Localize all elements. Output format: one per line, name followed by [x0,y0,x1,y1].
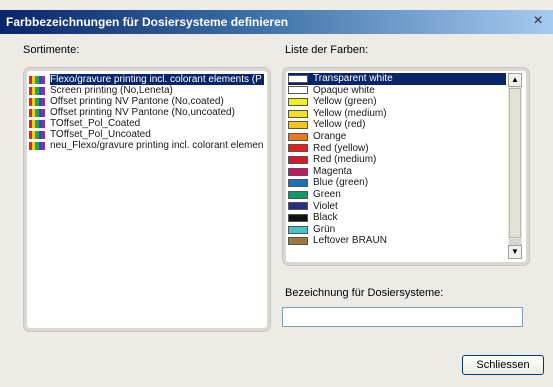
color-item-label: Magenta [313,165,352,177]
color-list-item[interactable]: Opaque white [288,85,506,97]
sortiment-item[interactable]: Offset printing NV Pantone (No,coated) [29,96,265,107]
color-list-item[interactable]: Red (medium) [288,154,506,166]
color-item-label: Yellow (red) [313,119,366,131]
color-swatch [288,74,308,83]
sortimente-label: Sortimente: [23,44,80,56]
color-list-item[interactable]: Red (yellow) [288,143,506,155]
close-icon[interactable]: × [529,13,547,31]
farben-scrollbar[interactable]: ▲ ▼ [508,73,522,259]
color-swatch [288,155,308,164]
sortiment-item[interactable]: Flexo/gravure printing incl. colorant el… [29,74,265,85]
color-item-label: Transparent white [313,73,393,84]
color-palette-icon [29,97,46,106]
color-item-label: Yellow (green) [313,96,377,108]
scroll-down-icon[interactable]: ▼ [508,245,522,259]
color-list-item[interactable]: Black [288,212,506,224]
color-swatch [288,121,308,130]
color-list-item[interactable]: Violet [288,201,506,213]
dialog-window: Farbbezeichnungen für Dosiersysteme defi… [0,0,553,387]
color-item-label: Yellow (medium) [313,107,387,119]
farben-list[interactable]: Transparent white Opaque white Yellow (gre… [282,67,530,266]
bezeichnung-label: Bezeichnung für Dosiersysteme: [285,287,444,299]
color-list-item[interactable]: Yellow (red) [288,119,506,131]
color-swatch [288,97,308,106]
color-list-item[interactable]: Yellow (green) [288,96,506,108]
sortiment-item-label: Offset printing NV Pantone (No,uncoated) [50,107,235,118]
color-item-label: Red (yellow) [313,142,369,154]
color-item-label: Black [313,212,338,224]
sortiment-item[interactable]: TOffset_Pol_Uncoated [29,129,265,140]
color-list-item[interactable]: Grün [288,224,506,236]
color-swatch [288,167,308,176]
scroll-up-icon[interactable]: ▲ [508,73,522,87]
sortimente-list[interactable]: Flexo/gravure printing incl. colorant el… [23,67,271,332]
color-swatch [288,237,308,246]
color-list-item[interactable]: Magenta [288,166,506,178]
color-item-label: Leftover BRAUN [313,235,387,247]
sortiment-item-label: TOffset_Pol_Uncoated [50,129,151,140]
title-bar[interactable]: Farbbezeichnungen für Dosiersysteme defi… [0,10,553,34]
color-list-item[interactable]: Transparent white [288,73,506,85]
sortiment-item-label: Offset printing NV Pantone (No,coated) [50,96,224,107]
color-swatch [288,225,308,234]
color-palette-icon [29,86,46,95]
farben-label: Liste der Farben: [285,44,369,56]
color-palette-icon [29,130,46,139]
color-swatch [288,202,308,211]
window-title: Farbbezeichnungen für Dosiersysteme defi… [6,15,289,29]
sortiment-item[interactable]: neu_Flexo/gravure printing incl. coloran… [29,140,265,151]
color-list-item[interactable]: Yellow (medium) [288,108,506,120]
sortiment-item-label: Flexo/gravure printing incl. colorant el… [50,74,264,85]
color-swatch [288,190,308,199]
color-palette-icon [29,119,46,128]
sortiment-item[interactable]: Screen printing (No,Leneta) [29,85,265,96]
color-swatch [288,86,308,95]
sortiment-item[interactable]: Offset printing NV Pantone (No,uncoated) [29,107,265,118]
color-list-item[interactable]: Orange [288,131,506,143]
schliessen-button[interactable]: Schliessen [462,355,544,375]
color-item-label: Violet [313,200,338,212]
color-palette-icon [29,141,46,150]
color-swatch [288,213,308,222]
sortiment-item[interactable]: TOffset_Pol_Coated [29,118,265,129]
sortiment-item-label: neu_Flexo/gravure printing incl. coloran… [50,140,264,151]
color-item-label: Blue (green) [313,177,369,189]
sortiment-item-label: Screen printing (No,Leneta) [50,85,173,96]
color-swatch [288,109,308,118]
color-swatch [288,179,308,188]
color-item-label: Orange [313,130,347,142]
color-list-item[interactable]: Leftover BRAUN [288,235,506,247]
bezeichnung-input[interactable] [282,307,523,327]
color-item-label: Green [313,188,341,200]
color-palette-icon [29,75,46,84]
color-item-label: Grün [313,223,336,235]
color-swatch [288,132,308,141]
color-item-label: Red (medium) [313,154,377,166]
color-list-item[interactable]: Blue (green) [288,177,506,189]
color-palette-icon [29,108,46,117]
color-item-label: Opaque white [313,84,375,96]
color-swatch [288,144,308,153]
sortiment-item-label: TOffset_Pol_Coated [50,118,141,129]
scroll-thumb[interactable] [509,88,521,238]
color-list-item[interactable]: Green [288,189,506,201]
